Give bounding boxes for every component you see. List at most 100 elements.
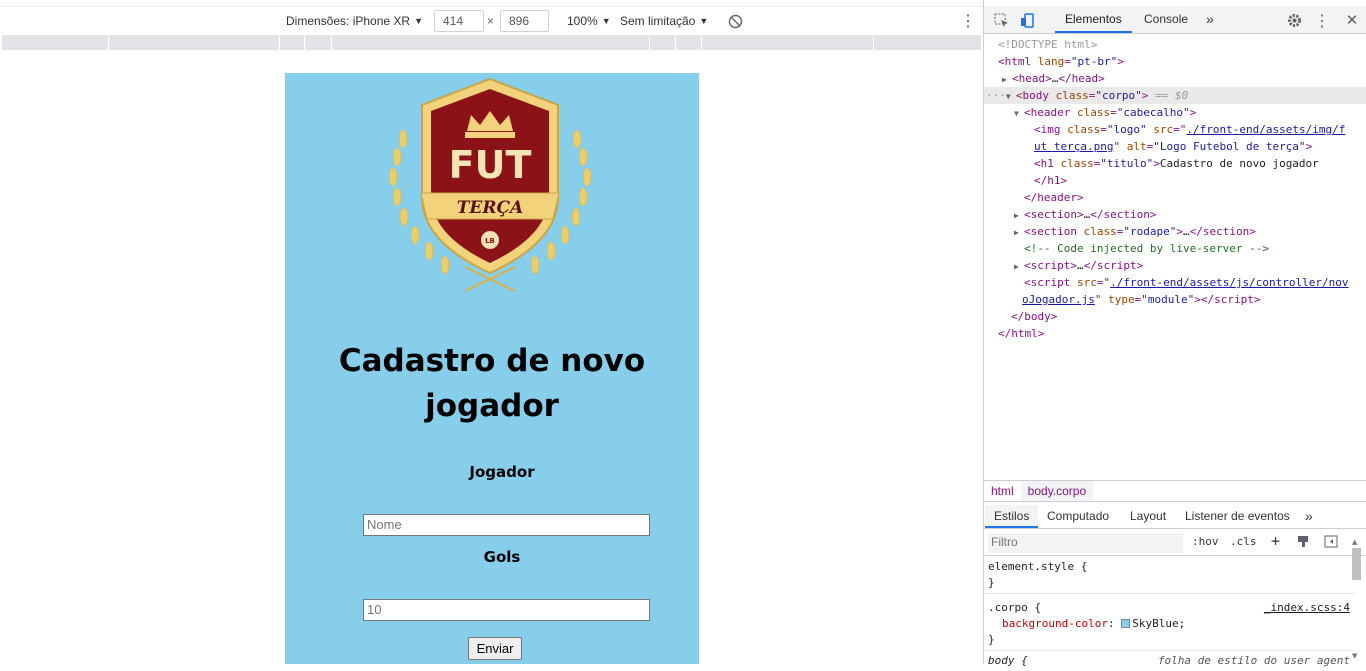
dom-script-src-cont[interactable]: oJogador.js" type="module"></script> (984, 291, 1366, 308)
tab-elementos[interactable]: Elementos (1055, 6, 1132, 33)
height-input[interactable]: 896 (500, 10, 549, 32)
rule-body[interactable]: folha de estilo do user agent body { (984, 651, 1354, 671)
user-agent-source: folha de estilo do user agent (1157, 654, 1350, 667)
breadcrumb: html body.corpo (984, 480, 1366, 502)
rule-close-brace: } (988, 576, 995, 589)
goals-input[interactable]: 10 (363, 599, 650, 621)
img-src-link-cont[interactable]: ut terça.png (1034, 140, 1113, 153)
rule-corpo[interactable]: _index.scss:4 .corpo { background-color:… (984, 594, 1354, 651)
media-query-segment[interactable] (305, 35, 332, 50)
page-title-line-1: Cadastro de novo (338, 343, 646, 379)
scroll-up-icon[interactable]: ▲ (1352, 538, 1357, 546)
scroll-thumb[interactable] (1352, 548, 1361, 580)
inspect-element-icon[interactable] (992, 11, 1010, 29)
breadcrumb-html[interactable]: html (984, 481, 1021, 501)
devtools-panel: Elementos Console » ⋮ ✕ <!DOCTYPE html> … (983, 0, 1366, 667)
media-query-segment[interactable] (280, 35, 305, 50)
hover-state-button[interactable]: :hov (1192, 535, 1219, 551)
color-swatch-icon[interactable] (1121, 618, 1131, 628)
gear-icon[interactable] (1285, 11, 1303, 29)
close-icon[interactable]: ✕ (1343, 11, 1361, 29)
logo-word: FUT (449, 143, 532, 187)
rule-element-style[interactable]: element.style { } (984, 557, 1354, 594)
name-input[interactable]: Nome (363, 514, 650, 536)
dom-img-cont[interactable]: ut terça.png" alt="Logo Futebol de terça… (984, 138, 1366, 155)
collapse-triangle-icon[interactable]: ▼ (1006, 88, 1016, 105)
device-dimensions-dropdown[interactable]: Dimensões: iPhone XR ▼ (286, 12, 423, 30)
caret-down-icon: ▼ (699, 16, 709, 26)
media-query-bar[interactable] (2, 35, 981, 50)
corpo-source-link[interactable]: _index.scss:4 (1264, 600, 1350, 616)
rotate-icon[interactable] (728, 12, 743, 30)
device-toggle-icon[interactable] (1018, 11, 1036, 29)
submit-button[interactable]: Enviar (468, 637, 522, 660)
more-options-icon[interactable]: ⋮ (960, 12, 976, 30)
media-query-segment[interactable] (702, 35, 874, 50)
tab-layout[interactable]: Layout (1121, 505, 1175, 528)
dom-section[interactable]: ▶ <section>…</section> (984, 206, 1366, 223)
styles-pane: element.style { } _index.scss:4 .corpo {… (984, 557, 1354, 671)
tab-listener[interactable]: Listener de eventos (1176, 505, 1299, 528)
dom-script-src[interactable]: <script src="./front-end/assets/js/contr… (984, 274, 1366, 291)
media-query-segment[interactable] (2, 35, 109, 50)
dom-header-close[interactable]: </header> (984, 189, 1366, 206)
media-query-segment[interactable] (874, 35, 980, 50)
throttle-dropdown[interactable]: Sem limitação ▼ (620, 12, 708, 30)
expand-triangle-icon[interactable]: ▶ (1014, 258, 1024, 275)
styles-scrollbar[interactable]: ▲ ▼ (1351, 538, 1362, 660)
dom-body-close[interactable]: </body> (984, 308, 1366, 325)
tab-estilos[interactable]: Estilos (985, 505, 1039, 528)
width-input[interactable]: 414 (434, 10, 484, 32)
more-tabs-icon[interactable]: » (1196, 6, 1224, 33)
script-src-link-cont[interactable]: oJogador.js (1022, 293, 1095, 306)
h1-class-value: "titulo" (1100, 157, 1154, 170)
media-query-segment[interactable] (650, 35, 676, 50)
corpo-declaration[interactable]: background-color: SkyBlue; (988, 616, 1350, 632)
dom-section-rodape[interactable]: ▶ <section class="rodape">…</section> (984, 223, 1366, 240)
selected-marker: == $0 (1154, 89, 1189, 102)
dom-h1-close[interactable]: </h1> (984, 172, 1366, 189)
h1-text: Cadastro de novo jogador (1159, 157, 1319, 170)
collapse-triangle-icon[interactable]: ▼ (1014, 105, 1024, 122)
tab-computado[interactable]: Computado (1038, 505, 1118, 528)
media-query-segment[interactable] (332, 35, 650, 50)
header-class-value: "cabecalho" (1116, 106, 1190, 119)
dom-html-open[interactable]: <html lang="pt-br"> (984, 53, 1366, 70)
expand-triangle-icon[interactable]: ▶ (1002, 71, 1012, 88)
img-alt-value: "Logo Futebol de terça" (1153, 140, 1306, 153)
corpo-prop-name: background-color (1002, 617, 1108, 630)
expand-triangle-icon[interactable]: ▶ (1014, 207, 1024, 224)
styles-filter-bar: Filtro :hov .cls + (984, 531, 1366, 556)
zoom-dropdown[interactable]: 100% ▼ (567, 12, 611, 30)
add-rule-icon[interactable]: + (1271, 532, 1280, 550)
paint-icon[interactable] (1297, 535, 1310, 551)
page-title: Cadastro de novo jogador (285, 339, 699, 429)
device-emulation-area: Dimensões: iPhone XR ▼ 414 × 896 100% ▼ … (0, 0, 983, 664)
player-label: Jogador (469, 463, 535, 481)
dom-comment[interactable]: <!-- Code injected by live-server --> (984, 240, 1366, 257)
tab-console[interactable]: Console (1134, 6, 1198, 33)
filter-input[interactable]: Filtro (988, 533, 1183, 553)
ellipsis-icon[interactable]: ··· (986, 89, 1006, 102)
more-tabs-icon[interactable]: » (1296, 505, 1322, 528)
dom-script[interactable]: ▶ <script>…</script> (984, 257, 1366, 274)
media-query-segment[interactable] (676, 35, 702, 50)
dom-head[interactable]: ▶ <head>…</head> (984, 70, 1366, 87)
more-options-icon[interactable]: ⋮ (1313, 11, 1331, 30)
script-src-link[interactable]: ./front-end/assets/js/controller/nov (1110, 276, 1348, 289)
dom-h1[interactable]: <h1 class="titulo">Cadastro de novo joga… (984, 155, 1366, 172)
breadcrumb-body[interactable]: body.corpo (1020, 481, 1094, 501)
dom-html-close[interactable]: </html> (984, 325, 1366, 342)
img-src-link[interactable]: ./front-end/assets/img/f (1186, 123, 1345, 136)
expand-triangle-icon[interactable]: ▶ (1014, 224, 1024, 241)
dom-body-selected[interactable]: ···▼ <body class="corpo"> == $0 (984, 87, 1366, 104)
class-button[interactable]: .cls (1230, 535, 1257, 551)
scroll-down-icon[interactable]: ▼ (1352, 652, 1357, 660)
media-query-segment[interactable] (109, 35, 280, 50)
dom-doctype[interactable]: <!DOCTYPE html> (984, 36, 1366, 53)
script-type-value: "module" (1141, 293, 1195, 306)
rodape-class-value: "rodape" (1123, 225, 1177, 238)
toggle-sidebar-icon[interactable] (1324, 535, 1338, 551)
dom-img[interactable]: <img class="logo" src="./front-end/asset… (984, 121, 1366, 138)
dom-header[interactable]: ▼ <header class="cabecalho"> (984, 104, 1366, 121)
